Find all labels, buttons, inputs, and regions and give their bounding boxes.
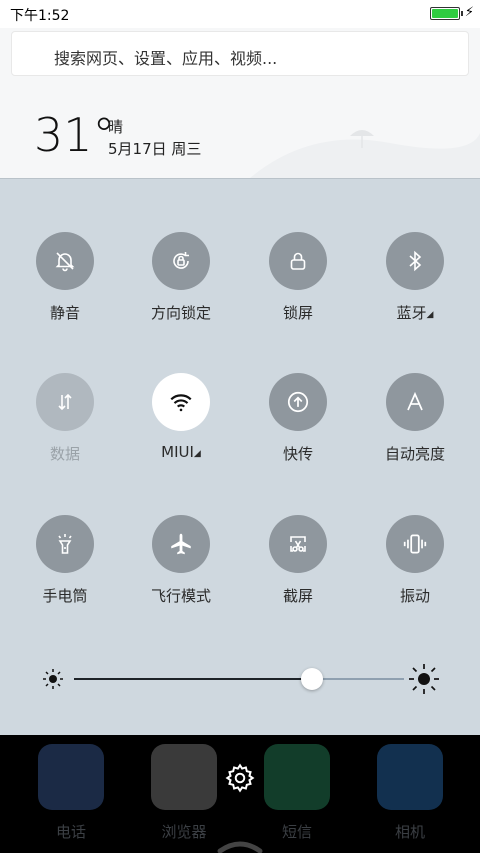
- charging-icon: ⚡: [464, 5, 474, 20]
- brightness-low-icon: [43, 669, 63, 689]
- tile-label: 自动亮度: [384, 445, 445, 463]
- tile-label: 数据: [49, 445, 80, 463]
- bell-off-icon: [36, 232, 94, 290]
- messages-app-icon: [264, 744, 330, 810]
- dropdown-indicator-icon: ◢: [426, 310, 434, 320]
- weather-date: 5月17日 周三: [108, 140, 202, 158]
- auto-brightness-icon: [386, 373, 444, 431]
- tile-silent[interactable]: 静音: [15, 232, 115, 323]
- tile-label: 方向锁定: [150, 304, 211, 322]
- lock-icon: [269, 232, 327, 290]
- weather-temperature[interactable]: 31°: [34, 110, 116, 160]
- tile-bluetooth[interactable]: 蓝牙◢: [365, 232, 465, 323]
- status-time: 下午1:52: [10, 8, 70, 24]
- tile-label: MIUI: [161, 443, 194, 461]
- vibrate-icon: [386, 515, 444, 573]
- bluetooth-icon: [386, 232, 444, 290]
- dropdown-indicator-icon: ◢: [193, 449, 201, 459]
- brightness-thumb[interactable]: [301, 668, 323, 690]
- dock: 电话 浏览器 短信 相机: [0, 735, 480, 853]
- tile-rotation-lock[interactable]: 方向锁定: [131, 232, 231, 323]
- browser-app-icon: [151, 744, 217, 810]
- dock-label: 短信: [281, 823, 312, 841]
- upload-icon: [269, 373, 327, 431]
- weather-background-illustration: [250, 130, 480, 178]
- data-arrows-icon: [36, 373, 94, 431]
- flashlight-icon: [36, 515, 94, 573]
- tile-screenshot[interactable]: 截屏: [248, 515, 348, 606]
- dock-label: 相机: [394, 823, 425, 841]
- tile-label: 锁屏: [282, 304, 313, 322]
- tile-label: 静音: [49, 304, 80, 322]
- brightness-high-icon: [409, 664, 439, 694]
- status-bar: 下午1:52 ⚡: [0, 0, 480, 28]
- settings-gear-icon[interactable]: [224, 762, 256, 794]
- dock-app-camera[interactable]: 相机: [377, 744, 443, 842]
- tile-label: 手电筒: [42, 587, 88, 605]
- wifi-icon: [152, 373, 210, 431]
- tile-quick-transfer[interactable]: 快传: [248, 373, 348, 464]
- brightness-fill: [74, 678, 312, 680]
- tile-label: 振动: [399, 587, 430, 605]
- dock-app-browser[interactable]: 浏览器: [151, 744, 217, 842]
- search-placeholder: 搜索网页、设置、应用、视频...: [54, 49, 278, 68]
- dock-label: 浏览器: [161, 823, 207, 841]
- dock-app-messages[interactable]: 短信: [264, 744, 330, 842]
- brightness-slider[interactable]: [74, 668, 404, 690]
- tile-label-wrap: 蓝牙◢: [365, 302, 465, 323]
- tile-lock-screen[interactable]: 锁屏: [248, 232, 348, 323]
- tile-label: 快传: [282, 445, 313, 463]
- tile-auto-brightness[interactable]: 自动亮度: [365, 373, 465, 464]
- top-panel: 搜索网页、设置、应用、视频... 31° 晴 5月17日 周三: [0, 28, 480, 178]
- airplane-icon: [152, 515, 210, 573]
- phone-app-icon: [38, 744, 104, 810]
- quick-settings-panel: 静音 方向锁定 锁屏 蓝牙◢ 数据 MIUI◢ 快传 自动亮度 手电筒 飞行模式…: [0, 178, 480, 736]
- tile-flashlight[interactable]: 手电筒: [15, 515, 115, 606]
- battery-icon: [430, 7, 463, 20]
- dock-app-phone[interactable]: 电话: [38, 744, 104, 842]
- dock-label: 电话: [55, 823, 86, 841]
- tile-label: 截屏: [282, 587, 313, 605]
- weather-condition: 晴: [108, 118, 124, 136]
- tile-mobile-data[interactable]: 数据: [15, 373, 115, 464]
- tile-wifi[interactable]: MIUI◢: [131, 373, 231, 461]
- tile-label: 飞行模式: [150, 587, 211, 605]
- tile-vibrate[interactable]: 振动: [365, 515, 465, 606]
- tile-airplane-mode[interactable]: 飞行模式: [131, 515, 231, 606]
- camera-app-icon: [377, 744, 443, 810]
- tile-label-wrap: MIUI◢: [131, 443, 231, 461]
- screenshot-icon: [269, 515, 327, 573]
- collapse-handle-icon[interactable]: [214, 835, 266, 853]
- tile-label: 蓝牙: [396, 304, 427, 322]
- rotation-lock-icon: [152, 232, 210, 290]
- search-box[interactable]: 搜索网页、设置、应用、视频...: [11, 31, 469, 76]
